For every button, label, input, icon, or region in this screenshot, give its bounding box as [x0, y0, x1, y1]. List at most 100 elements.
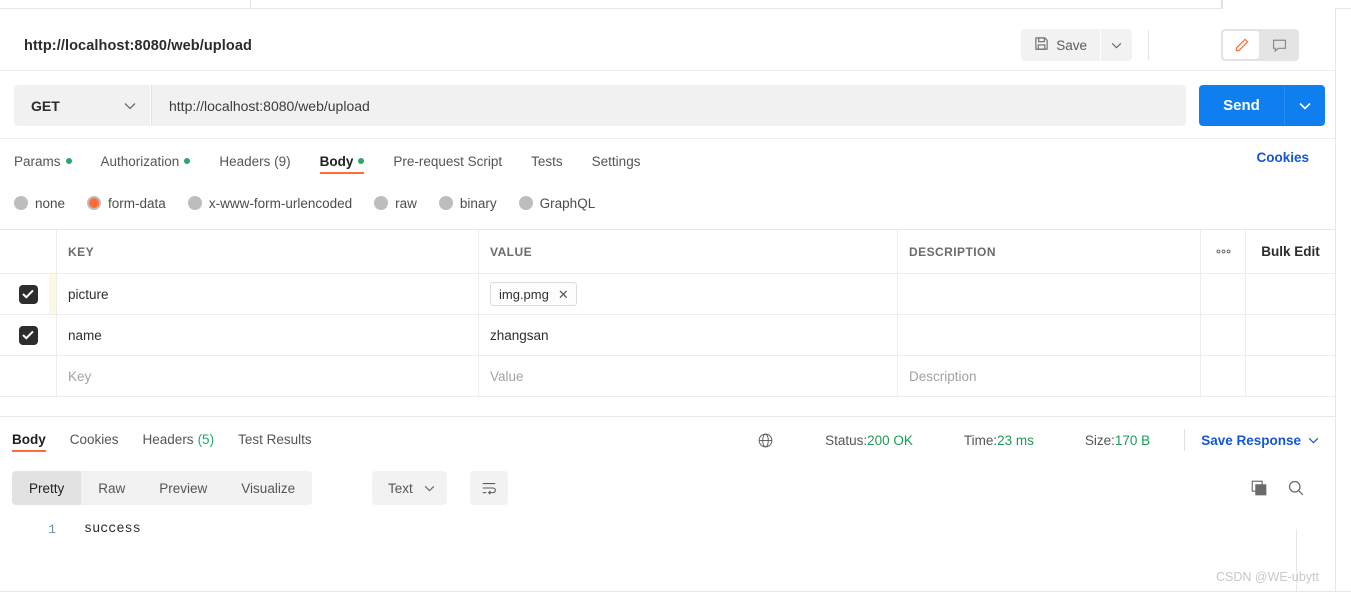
send-dropdown-button[interactable] — [1284, 85, 1325, 126]
remove-file-icon[interactable]: ✕ — [558, 288, 569, 301]
edit-mode-button[interactable] — [1223, 31, 1259, 59]
right-gutter — [1335, 9, 1351, 592]
line-number: 1 — [48, 522, 56, 537]
row-key[interactable]: name — [68, 328, 102, 343]
row-checkbox[interactable] — [18, 284, 38, 304]
send-button[interactable]: Send — [1199, 85, 1284, 126]
radio-label: binary — [459, 195, 497, 211]
url-bar-row: GET http://localhost:8080/web/upload Sen… — [0, 71, 1335, 139]
view-mode-preview[interactable]: Preview — [142, 471, 224, 505]
word-wrap-icon — [482, 483, 496, 495]
tab-label: Body — [319, 153, 354, 169]
response-toolbar: Pretty Raw Preview Visualize Text — [0, 462, 1335, 514]
comment-mode-button[interactable] — [1261, 31, 1297, 59]
tab-params[interactable]: Params — [14, 139, 72, 173]
table-options-button[interactable] — [1200, 230, 1245, 273]
row-key[interactable]: picture — [68, 287, 109, 302]
size-label: Size: — [1084, 432, 1115, 448]
floppy-disk-icon — [1034, 36, 1049, 54]
status-badge: Status: 200 OK — [808, 423, 930, 457]
radio-graphql[interactable]: GraphQL — [518, 196, 595, 211]
tab-authorization[interactable]: Authorization — [101, 139, 191, 173]
row-options-cell — [1200, 315, 1245, 355]
row-bulk-cell — [1245, 315, 1335, 355]
chevron-down-icon — [1299, 102, 1311, 110]
file-name: img.pmg — [499, 286, 549, 302]
http-method-select[interactable]: GET — [14, 85, 150, 126]
radio-label: form-data — [108, 195, 166, 211]
radio-icon — [187, 196, 202, 210]
tab-pre-request-script[interactable]: Pre-request Script — [393, 139, 502, 173]
row-options-cell — [1200, 274, 1245, 314]
request-tab-bar: Params Authorization Headers (9) Body Pr… — [0, 139, 1335, 183]
view-mode-pretty[interactable]: Pretty — [12, 471, 82, 505]
save-response-label: Save Response — [1201, 432, 1301, 448]
body-type-radio-group: none form-data x-www-form-urlencoded raw… — [14, 183, 617, 223]
bulk-edit-button[interactable]: Bulk Edit — [1245, 230, 1335, 273]
response-tab-headers[interactable]: Headers (5) — [143, 417, 215, 451]
tab-label: Headers — [142, 431, 194, 447]
request-title: http://localhost:8080/web/upload — [24, 38, 252, 54]
tab-label: Params — [14, 153, 61, 169]
response-body-viewer[interactable]: 1 success CSDN @WE-ubytt — [0, 514, 1335, 592]
modified-dot-icon — [358, 158, 365, 164]
tab-settings[interactable]: Settings — [592, 139, 641, 173]
chevron-down-icon — [424, 485, 435, 491]
save-button[interactable]: Save — [1021, 29, 1100, 61]
row-bulk-cell — [1245, 274, 1335, 314]
response-tab-test-results[interactable]: Test Results — [238, 417, 312, 451]
view-mode-visualize[interactable]: Visualize — [224, 471, 312, 505]
radio-icon — [438, 196, 453, 210]
modified-dot-icon — [184, 158, 191, 164]
search-icon[interactable] — [1287, 479, 1305, 497]
radio-form-data[interactable]: form-data — [87, 196, 166, 211]
word-wrap-button[interactable] — [470, 471, 508, 505]
response-tab-body[interactable]: Body — [12, 417, 46, 452]
new-value-input[interactable]: Value — [490, 369, 524, 384]
send-button-group: Send — [1199, 85, 1325, 126]
http-method-value: GET — [31, 97, 60, 114]
row-checkbox-cell — [0, 315, 57, 355]
new-description-input[interactable]: Description — [909, 369, 977, 384]
radio-icon — [14, 196, 28, 210]
view-mode-raw[interactable]: Raw — [81, 471, 142, 505]
empty-row-bulk-cell — [1245, 356, 1335, 396]
response-view-modes: Pretty Raw Preview Visualize — [12, 471, 313, 505]
table-row: picture img.pmg ✕ — [0, 274, 1335, 315]
save-response-button[interactable]: Save Response — [1201, 433, 1319, 448]
postman-window: http://localhost:8080/web/upload Save GE… — [0, 0, 1351, 592]
radio-x-www-form-urlencoded[interactable]: x-www-form-urlencoded — [187, 195, 353, 211]
tab-label: Settings — [591, 153, 641, 169]
tab-headers[interactable]: Headers (9) — [219, 139, 290, 173]
tab-body[interactable]: Body — [319, 139, 365, 174]
radio-raw[interactable]: raw — [374, 196, 417, 211]
radio-none[interactable]: none — [14, 196, 65, 211]
row-value[interactable]: zhangsan — [490, 328, 549, 343]
radio-icon — [518, 196, 533, 210]
radio-binary[interactable]: binary — [438, 195, 497, 211]
response-tab-cookies[interactable]: Cookies — [70, 417, 119, 451]
url-input[interactable]: http://localhost:8080/web/upload — [151, 85, 1186, 126]
active-tab-underline — [319, 171, 365, 174]
response-tool-icons — [1250, 471, 1305, 505]
modified-dot-icon — [65, 158, 72, 164]
response-format-select[interactable]: Text — [372, 471, 447, 505]
row-checkbox[interactable] — [18, 325, 38, 345]
table-row: name zhangsan — [0, 315, 1335, 356]
cookies-link[interactable]: Cookies — [1256, 150, 1309, 165]
ellipsis-icon — [1216, 249, 1230, 254]
new-key-input[interactable]: Key — [68, 369, 91, 384]
pencil-icon — [1235, 38, 1248, 51]
tab-strip-segment-right[interactable] — [1222, 0, 1335, 9]
check-icon — [22, 289, 34, 299]
radio-label: raw — [395, 195, 417, 211]
tab-strip-segment-main[interactable] — [250, 0, 1222, 9]
time-label: Time: — [963, 432, 998, 448]
tab-tests[interactable]: Tests — [531, 139, 563, 173]
save-dropdown-button[interactable] — [1101, 29, 1132, 61]
empty-row-options-cell — [1200, 356, 1245, 396]
copy-icon[interactable] — [1250, 479, 1268, 497]
radio-label: x-www-form-urlencoded — [208, 195, 353, 211]
tab-label: Body — [12, 431, 46, 447]
response-body-text: success — [84, 522, 141, 537]
